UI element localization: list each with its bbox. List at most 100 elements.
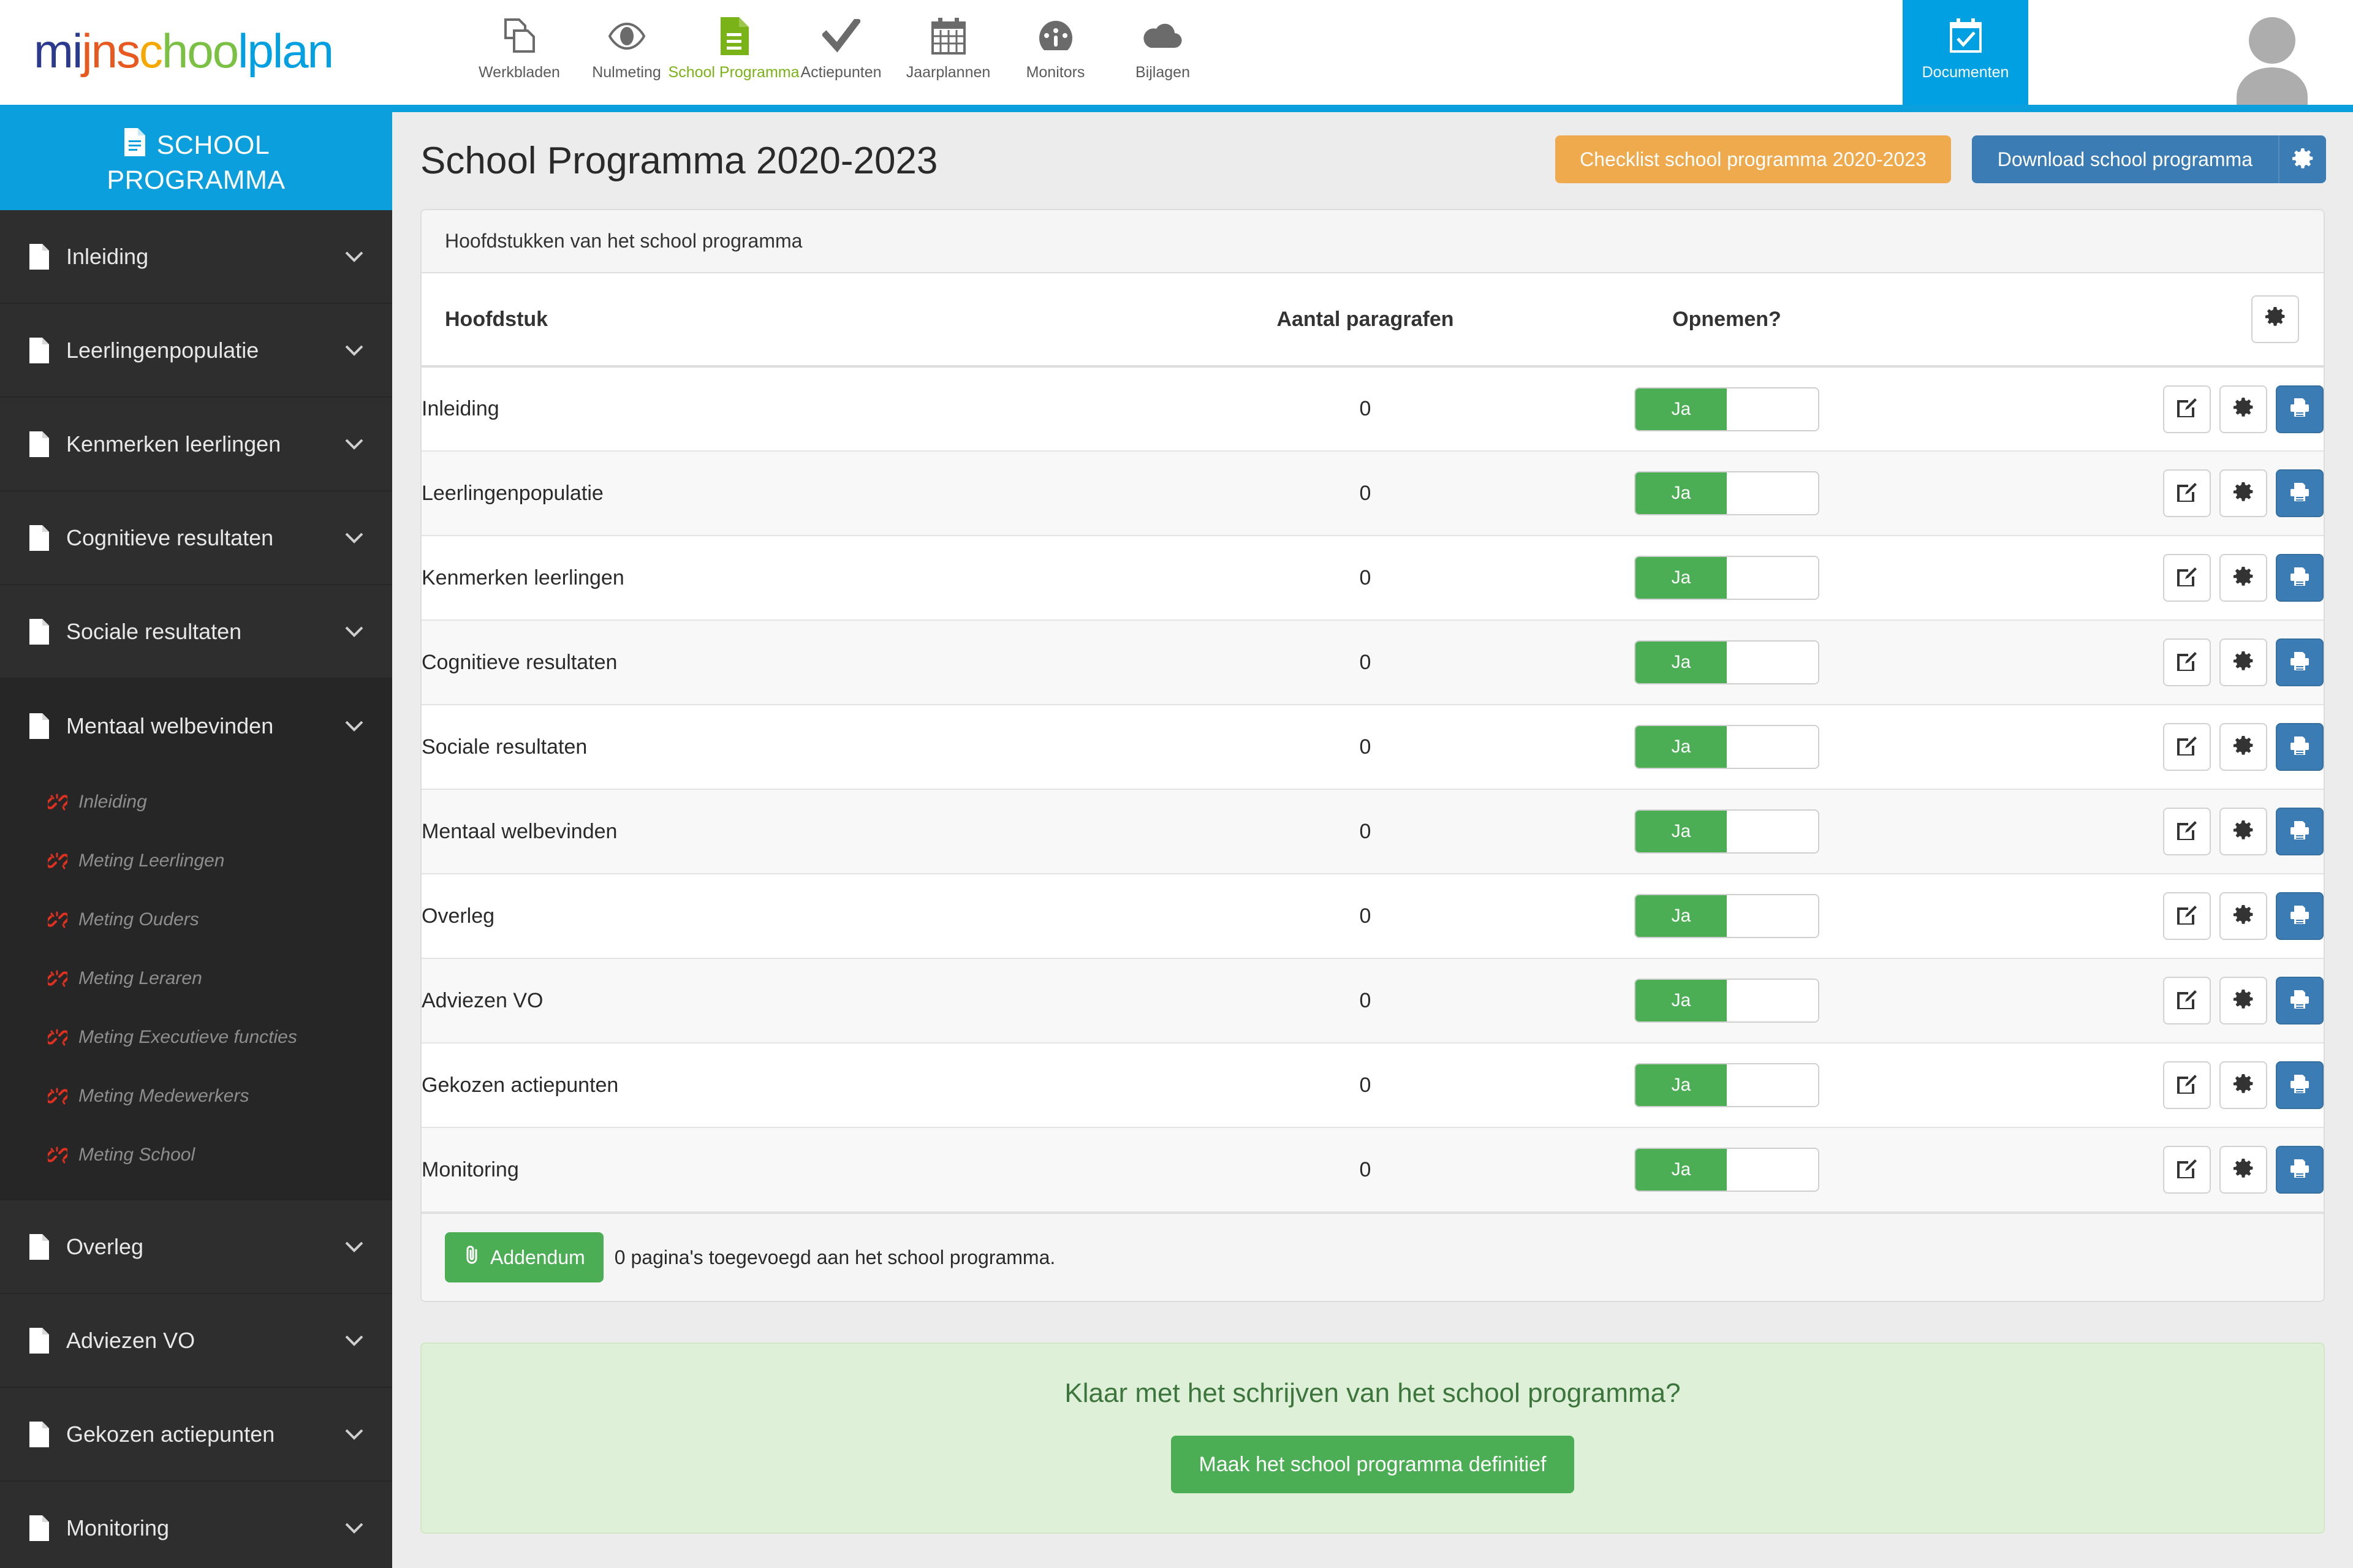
opnemen-toggle[interactable]: Ja <box>1634 556 1819 600</box>
edit-button[interactable] <box>2163 723 2211 771</box>
nav-item-bijlagen[interactable]: Bijlagen <box>1109 0 1216 112</box>
print-button[interactable] <box>2276 554 2324 602</box>
nav-item-werkbladen[interactable]: Werkbladen <box>466 0 573 112</box>
print-button[interactable] <box>2276 808 2324 855</box>
settings-button[interactable] <box>2219 385 2267 433</box>
chevron-down-icon[interactable] <box>343 626 365 638</box>
sidebar-label-adviezen-vo: Adviezen VO <box>66 1327 195 1353</box>
opnemen-toggle[interactable]: Ja <box>1634 1148 1819 1192</box>
sidebar-item-monitoring[interactable]: Monitoring <box>0 1482 392 1568</box>
print-button[interactable] <box>2276 638 2324 686</box>
opnemen-toggle[interactable]: Ja <box>1634 809 1819 854</box>
opnemen-toggle[interactable]: Ja <box>1634 725 1819 769</box>
settings-button[interactable] <box>2219 723 2267 771</box>
settings-button[interactable] <box>2219 638 2267 686</box>
sidebar-label-gekozen-actiepunten: Gekozen actiepunten <box>66 1421 275 1447</box>
edit-button[interactable] <box>2163 385 2211 433</box>
checklist-button[interactable]: Checklist school programma 2020-2023 <box>1555 135 1951 183</box>
nav-label-school-programma: School Programma <box>668 64 800 81</box>
settings-button[interactable] <box>2219 977 2267 1025</box>
edit-button[interactable] <box>2163 808 2211 855</box>
gear-icon <box>2233 904 2254 928</box>
user-avatar-icon[interactable] <box>2229 11 2315 112</box>
sidebar-subitem-meting-executieve-functies[interactable]: Meting Executieve functies <box>0 1008 392 1067</box>
nav-item-jaarplannen[interactable]: Jaarplannen <box>895 0 1002 112</box>
chevron-down-icon[interactable] <box>343 1241 365 1253</box>
opnemen-toggle[interactable]: Ja <box>1634 640 1819 684</box>
sidebar-header-line1: SCHOOL <box>156 131 270 161</box>
sidebar-item-sociale-resultaten[interactable]: Sociale resultaten <box>0 585 392 679</box>
opnemen-toggle[interactable]: Ja <box>1634 979 1819 1023</box>
cell-aantal: 0 <box>1188 451 1543 536</box>
print-button[interactable] <box>2276 977 2324 1025</box>
edit-button[interactable] <box>2163 892 2211 940</box>
sidebar-subitem-meting-medewerkers[interactable]: Meting Medewerkers <box>0 1067 392 1126</box>
edit-button[interactable] <box>2163 554 2211 602</box>
nav-item-school-programma[interactable]: School Programma <box>669 0 800 112</box>
settings-button[interactable] <box>2219 808 2267 855</box>
edit-button[interactable] <box>2163 1061 2211 1109</box>
addendum-button[interactable]: Addendum <box>445 1232 604 1282</box>
eye-icon <box>607 16 646 56</box>
chevron-down-icon[interactable] <box>343 344 365 357</box>
opnemen-toggle[interactable]: Ja <box>1634 471 1819 515</box>
nav-item-nulmeting[interactable]: Nulmeting <box>573 0 680 112</box>
edit-button[interactable] <box>2163 469 2211 517</box>
sidebar-item-mentaal-welbevinden[interactable]: Mentaal welbevinden <box>0 679 392 773</box>
table-settings-button[interactable] <box>2251 295 2299 343</box>
sidebar-subitem-meting-school[interactable]: Meting School <box>0 1126 392 1184</box>
sidebar: SCHOOL PROGRAMMA Inleiding Leerlingenpop… <box>0 112 392 1568</box>
sidebar-subitem-inleiding[interactable]: Inleiding <box>0 773 392 831</box>
nav-item-documenten[interactable]: Documenten <box>1903 0 2028 112</box>
settings-button[interactable] <box>2219 469 2267 517</box>
opnemen-toggle[interactable]: Ja <box>1634 387 1819 431</box>
opnemen-toggle[interactable]: Ja <box>1634 894 1819 938</box>
sidebar-item-cognitieve-resultaten[interactable]: Cognitieve resultaten <box>0 491 392 585</box>
chevron-down-icon[interactable] <box>343 532 365 544</box>
opnemen-toggle[interactable]: Ja <box>1634 1063 1819 1107</box>
chevron-down-icon[interactable] <box>343 1335 365 1347</box>
download-split-button: Download school programma <box>1971 135 2326 183</box>
edit-button[interactable] <box>2163 977 2211 1025</box>
finalize-button[interactable]: Maak het school programma definitief <box>1170 1436 1575 1493</box>
sidebar-subitem-meting-ouders[interactable]: Meting Ouders <box>0 890 392 949</box>
sidebar-item-adviezen-vo[interactable]: Adviezen VO <box>0 1294 392 1388</box>
chevron-down-icon[interactable] <box>343 438 365 450</box>
chevron-down-icon[interactable] <box>343 720 365 732</box>
file-icon <box>28 1327 56 1354</box>
sidebar-subitem-meting-leraren[interactable]: Meting Leraren <box>0 949 392 1008</box>
print-button[interactable] <box>2276 892 2324 940</box>
download-settings-button[interactable] <box>2278 135 2326 183</box>
edit-button[interactable] <box>2163 638 2211 686</box>
print-button[interactable] <box>2276 723 2324 771</box>
sidebar-item-inleiding[interactable]: Inleiding <box>0 210 392 304</box>
settings-button[interactable] <box>2219 892 2267 940</box>
settings-button[interactable] <box>2219 1146 2267 1194</box>
print-button[interactable] <box>2276 469 2324 517</box>
sidebar-item-leerlingenpopulatie[interactable]: Leerlingenpopulatie <box>0 304 392 398</box>
app-logo[interactable]: mijnschoolplan <box>34 23 334 79</box>
file-icon <box>28 1233 56 1260</box>
file-icon <box>28 1515 56 1542</box>
chevron-down-icon[interactable] <box>343 1428 365 1441</box>
nav-item-actiepunten[interactable]: Actiepunten <box>787 0 895 112</box>
download-button[interactable]: Download school programma <box>1971 135 2278 183</box>
sidebar-item-kenmerken-leerlingen[interactable]: Kenmerken leerlingen <box>0 398 392 491</box>
nav-item-monitors[interactable]: Monitors <box>1002 0 1109 112</box>
chapters-table: Hoofdstuk Aantal paragrafen Opnemen? Inl… <box>422 273 2324 1213</box>
addendum-button-label: Addendum <box>490 1246 585 1268</box>
print-button[interactable] <box>2276 385 2324 433</box>
sidebar-item-gekozen-actiepunten[interactable]: Gekozen actiepunten <box>0 1388 392 1482</box>
toggle-on-label: Ja <box>1635 472 1727 514</box>
print-button[interactable] <box>2276 1146 2324 1194</box>
sidebar-subitem-meting-leerlingen[interactable]: Meting Leerlingen <box>0 831 392 890</box>
print-button[interactable] <box>2276 1061 2324 1109</box>
settings-button[interactable] <box>2219 554 2267 602</box>
sidebar-header: SCHOOL PROGRAMMA <box>0 112 392 210</box>
chevron-down-icon[interactable] <box>343 251 365 263</box>
sidebar-item-overleg[interactable]: Overleg <box>0 1200 392 1294</box>
settings-button[interactable] <box>2219 1061 2267 1109</box>
edit-button[interactable] <box>2163 1146 2211 1194</box>
sidebar-label-leerlingenpopulatie: Leerlingenpopulatie <box>66 337 259 363</box>
chevron-down-icon[interactable] <box>343 1522 365 1534</box>
